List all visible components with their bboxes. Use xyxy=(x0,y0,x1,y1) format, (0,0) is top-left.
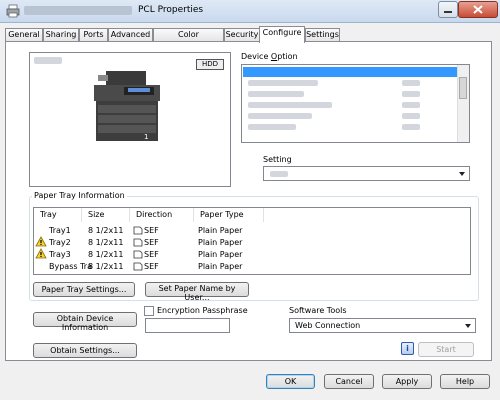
set-paper-name-button[interactable]: Set Paper Name by User... xyxy=(145,282,249,302)
chevron-down-icon xyxy=(465,324,471,328)
tab-color-management[interactable]: Color Management xyxy=(153,28,224,51)
help-button[interactable]: Help xyxy=(440,374,490,389)
tray-direction: SEF xyxy=(144,226,159,235)
tab-configure[interactable]: Configure xyxy=(259,26,305,43)
encryption-label[interactable]: Encryption Passphrase xyxy=(157,306,248,315)
option-row-redacted xyxy=(248,80,318,86)
device-option-label: Device Option xyxy=(241,52,298,61)
column-tray[interactable]: Tray xyxy=(34,208,82,222)
printer-icon xyxy=(6,4,20,18)
encryption-passphrase-input[interactable] xyxy=(145,318,230,333)
column-size[interactable]: Size xyxy=(82,208,130,222)
option-value-redacted xyxy=(402,91,420,97)
paper-sef-icon xyxy=(133,238,143,247)
scrollbar[interactable] xyxy=(457,65,469,142)
tray-size: 8 1/2x11 xyxy=(88,238,124,247)
column-paper-type[interactable]: Paper Type xyxy=(194,208,264,222)
option-value-redacted xyxy=(402,80,420,86)
tray-name: Bypass Tra xyxy=(49,262,92,271)
tray-size: 8 1/2x11 xyxy=(88,250,124,259)
close-icon xyxy=(473,5,483,14)
window-title: PCL Properties xyxy=(138,5,204,15)
close-button[interactable] xyxy=(458,1,498,18)
paper-sef-icon xyxy=(133,262,143,271)
hdd-badge: HDD xyxy=(196,59,224,70)
option-value-redacted xyxy=(402,113,420,119)
tab-ports[interactable]: Ports xyxy=(79,28,108,42)
software-tools-dropdown[interactable]: Web Connection xyxy=(289,318,476,333)
encryption-checkbox[interactable] xyxy=(144,306,154,316)
tray-paper-type: Plain Paper xyxy=(198,238,243,247)
paper-tray-settings-button[interactable]: Paper Tray Settings... xyxy=(33,282,135,297)
svg-text:1: 1 xyxy=(144,133,148,141)
tray-paper-type: Plain Paper xyxy=(198,226,243,235)
paper-sef-icon xyxy=(133,250,143,259)
ok-button[interactable]: OK xyxy=(266,374,315,389)
setting-value-redacted xyxy=(270,171,288,177)
tray-direction: SEF xyxy=(144,250,159,259)
paper-sef-icon xyxy=(133,226,143,235)
option-value-redacted xyxy=(402,102,420,108)
setting-label: Setting xyxy=(263,155,292,164)
tab-security[interactable]: Security xyxy=(224,28,260,42)
tray-size: 8 1/2x11 xyxy=(88,226,124,235)
tray-name: Tray3 xyxy=(49,250,71,259)
column-direction[interactable]: Direction xyxy=(130,208,194,222)
tray-name: Tray1 xyxy=(49,226,71,235)
info-icon[interactable]: i xyxy=(401,342,414,355)
option-row-redacted xyxy=(248,102,332,108)
software-tools-label: Software Tools xyxy=(289,306,347,315)
warning-icon xyxy=(35,236,47,247)
software-tools-value: Web Connection xyxy=(295,321,361,330)
device-preview: HDD 1 xyxy=(29,52,231,187)
start-button[interactable]: Start xyxy=(418,342,474,357)
tab-strip: General Sharing Ports Advanced Color Man… xyxy=(5,26,495,51)
printer-name-redacted xyxy=(24,6,132,15)
warning-icon xyxy=(35,248,47,259)
obtain-settings-button[interactable]: Obtain Settings... xyxy=(33,343,137,358)
selected-option-row[interactable] xyxy=(243,67,458,77)
paper-tray-label: Paper Tray Information xyxy=(32,191,127,200)
tray-paper-type: Plain Paper xyxy=(198,262,243,271)
chevron-down-icon xyxy=(459,172,465,176)
model-name-redacted xyxy=(34,57,62,64)
setting-dropdown[interactable] xyxy=(263,166,470,181)
tab-settings[interactable]: Settings xyxy=(305,28,340,42)
paper-tray-table: Tray Size Direction Paper Type Tray1 8 1… xyxy=(33,207,471,275)
tab-general[interactable]: General xyxy=(5,28,43,42)
tray-direction: SEF xyxy=(144,262,159,271)
title-bar: PCL Properties xyxy=(0,0,500,23)
option-row-redacted xyxy=(248,91,304,97)
tray-paper-type: Plain Paper xyxy=(198,250,243,259)
obtain-device-information-button[interactable]: Obtain Device Information xyxy=(33,312,137,332)
tab-sharing[interactable]: Sharing xyxy=(43,28,79,42)
cancel-button[interactable]: Cancel xyxy=(324,374,374,389)
option-row-redacted xyxy=(248,113,312,119)
device-option-list[interactable] xyxy=(241,64,470,143)
tray-name: Tray2 xyxy=(49,238,71,247)
tray-size: 8 1/2x11 xyxy=(88,262,124,271)
tab-advanced[interactable]: Advanced xyxy=(108,28,153,42)
printer-image: 1 xyxy=(94,71,160,141)
apply-button[interactable]: Apply xyxy=(382,374,432,389)
minimize-button[interactable] xyxy=(438,1,458,18)
tray-direction: SEF xyxy=(144,238,159,247)
scrollbar-thumb[interactable] xyxy=(459,77,467,99)
minimize-icon xyxy=(444,11,452,13)
option-value-redacted xyxy=(402,124,420,130)
option-row-redacted xyxy=(248,124,296,130)
